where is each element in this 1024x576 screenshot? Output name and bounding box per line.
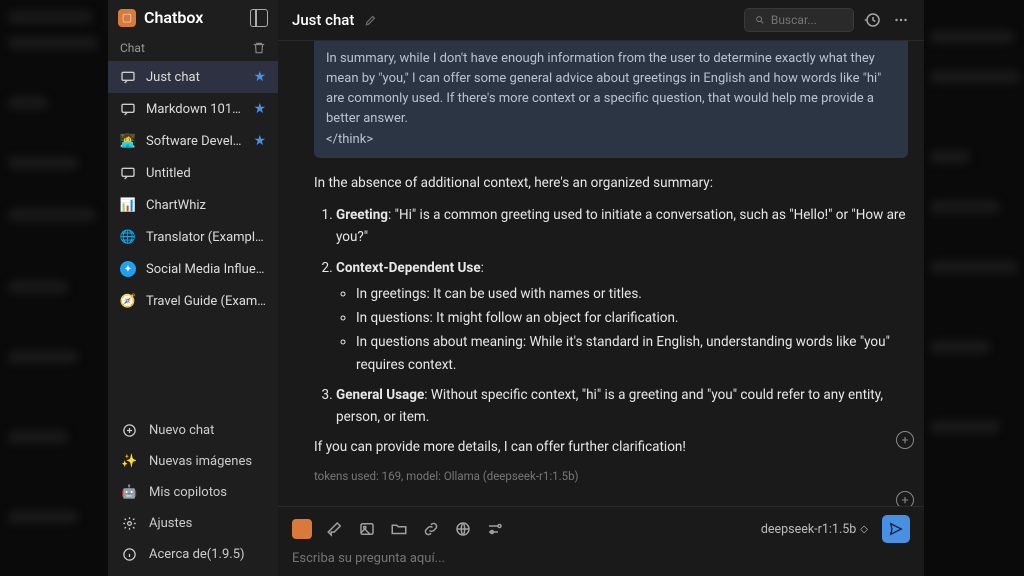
travel-icon: 🧭: [120, 293, 136, 309]
page-title: Just chat: [292, 11, 354, 29]
star-icon: ★: [253, 133, 266, 149]
conversation: In summary, while I don't have enough in…: [278, 41, 924, 506]
chart-icon: 📊: [120, 197, 136, 213]
globe-icon: 🌐: [120, 229, 136, 245]
about-button[interactable]: Acerca de(1.9.5): [108, 539, 278, 570]
eraser-icon[interactable]: [326, 520, 344, 538]
topbar: Just chat: [278, 0, 924, 41]
chat-icon: [120, 69, 136, 85]
sidebar-item-software[interactable]: 👩‍💻 Software Develop... ★: [108, 125, 278, 157]
composer-logo: [292, 519, 312, 539]
message-input[interactable]: [292, 549, 910, 568]
gear-icon: [122, 516, 137, 531]
sparkle-icon: ✨: [122, 454, 137, 469]
sidebar-item-travel[interactable]: 🧭 Travel Guide (Example): [108, 285, 278, 317]
send-button[interactable]: [882, 515, 910, 543]
chat-list: Just chat ★ Markdown 101 (Ex... ★ 👩‍💻 So…: [108, 61, 278, 409]
add-below-button[interactable]: +: [896, 431, 914, 449]
chat-icon: [120, 165, 136, 181]
new-images-button[interactable]: ✨ Nuevas imágenes: [108, 446, 278, 477]
star-icon: ★: [253, 69, 266, 85]
copilot-icon: 🤖: [122, 485, 137, 500]
search-icon: [755, 14, 765, 26]
settings-button[interactable]: Ajustes: [108, 508, 278, 539]
app-logo: ▢: [118, 9, 136, 27]
edit-title-icon[interactable]: [364, 13, 378, 27]
section-label: Chat: [120, 41, 145, 55]
sidebar-item-chartwhiz[interactable]: 📊 ChartWhiz: [108, 189, 278, 221]
sidebar-item-just-chat[interactable]: Just chat ★: [108, 61, 278, 93]
dev-icon: 👩‍💻: [120, 133, 136, 149]
trash-icon[interactable]: [252, 41, 266, 55]
search-input[interactable]: [771, 13, 843, 27]
sidebar: ▢ Chatbox Chat Just chat ★ Markdown 101 …: [108, 0, 278, 576]
star-icon: ★: [253, 101, 266, 117]
add-below-button[interactable]: +: [896, 491, 914, 506]
web-icon[interactable]: [454, 520, 472, 538]
more-icon[interactable]: [892, 11, 910, 29]
link-icon[interactable]: [422, 520, 440, 538]
app-title: Chatbox: [144, 8, 242, 27]
chat-icon: [120, 101, 136, 117]
think-block: In summary, while I don't have enough in…: [314, 41, 908, 158]
new-chat-button[interactable]: Nuevo chat: [108, 415, 278, 446]
plus-icon: [122, 423, 137, 438]
image-icon[interactable]: [358, 520, 376, 538]
folder-icon[interactable]: [390, 520, 408, 538]
search-box[interactable]: [744, 8, 854, 32]
social-icon: ✦: [120, 261, 136, 277]
collapse-sidebar-icon[interactable]: [250, 9, 268, 27]
model-selector[interactable]: deepseek-r1:1.5b◇: [761, 522, 868, 537]
history-icon[interactable]: [864, 11, 882, 29]
sidebar-item-social[interactable]: ✦ Social Media Influencer ...: [108, 253, 278, 285]
message-meta: tokens used: 169, model: Ollama (deepsee…: [314, 469, 908, 483]
sidebar-item-translator[interactable]: 🌐 Translator (Example): [108, 221, 278, 253]
composer: deepseek-r1:1.5b◇: [278, 506, 924, 576]
settings-toggle-icon[interactable]: [486, 520, 504, 538]
info-icon: [122, 547, 137, 562]
ai-message: In the absence of additional context, he…: [314, 172, 908, 459]
sidebar-item-markdown[interactable]: Markdown 101 (Ex... ★: [108, 93, 278, 125]
sidebar-item-untitled[interactable]: Untitled: [108, 157, 278, 189]
copilots-button[interactable]: 🤖 Mis copilotos: [108, 477, 278, 508]
